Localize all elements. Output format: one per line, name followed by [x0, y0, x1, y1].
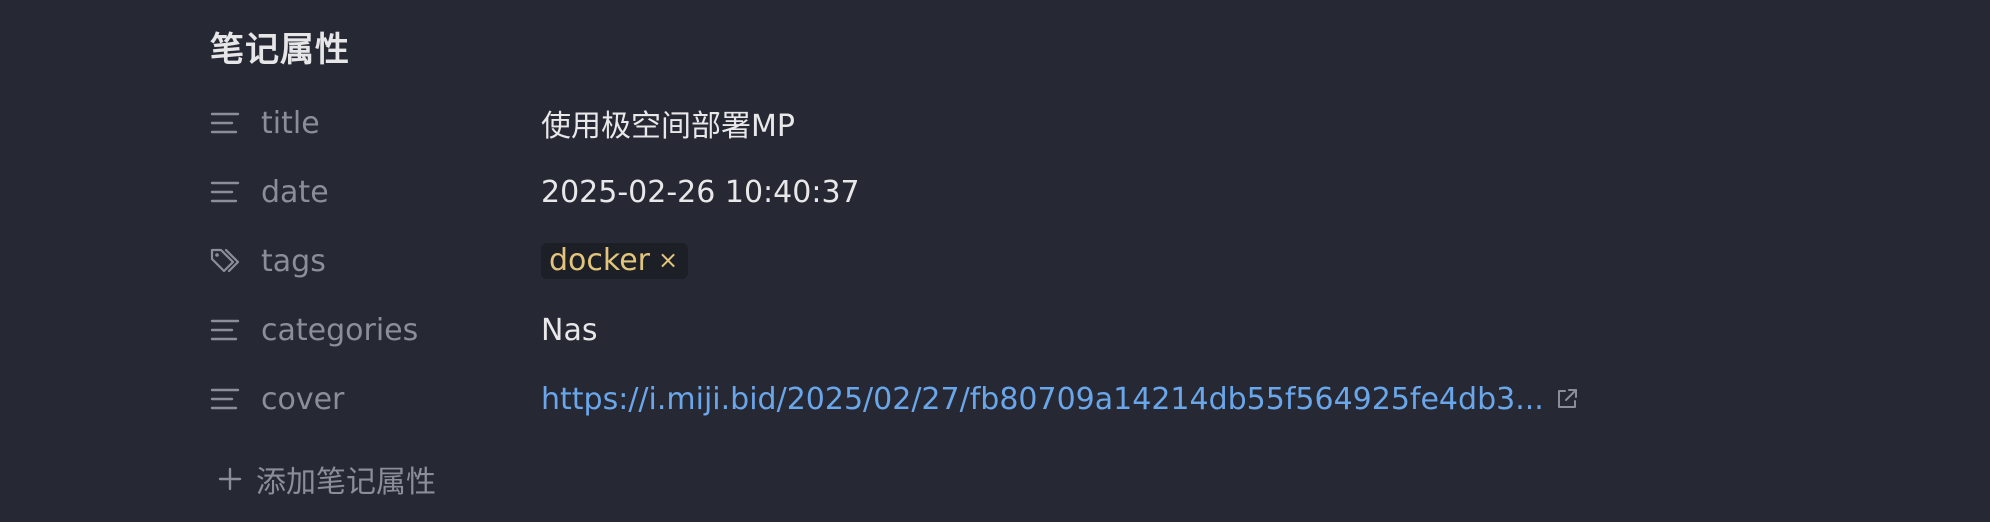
tag-label: docker [549, 242, 650, 278]
add-property-button[interactable]: 添加笔记属性 [216, 452, 436, 506]
add-property-label: 添加笔记属性 [256, 465, 436, 500]
property-value[interactable]: 2025-02-26 10:40:37 [541, 175, 860, 210]
property-key[interactable]: categories [261, 313, 418, 348]
cover-link[interactable]: https://i.miji.bid/2025/02/27/fb80709a14… [541, 382, 1544, 417]
text-lines-icon[interactable] [208, 313, 242, 347]
property-key[interactable]: cover [261, 382, 344, 417]
external-link-icon[interactable] [1554, 386, 1580, 412]
property-row-date[interactable]: date 2025-02-26 10:40:37 [208, 165, 1608, 219]
text-lines-icon[interactable] [208, 106, 242, 140]
tag-icon[interactable] [208, 244, 242, 278]
tags-value: docker × [541, 242, 689, 279]
property-value[interactable]: Nas [541, 313, 597, 348]
text-lines-icon[interactable] [208, 382, 242, 416]
property-key[interactable]: title [261, 106, 320, 141]
property-row-categories[interactable]: categories Nas [208, 303, 1608, 357]
property-row-cover[interactable]: cover https://i.miji.bid/2025/02/27/fb80… [208, 372, 1708, 426]
property-key[interactable]: date [261, 175, 329, 210]
section-title: 笔记属性 [210, 30, 350, 70]
property-row-tags[interactable]: tags docker × [208, 234, 1608, 288]
cover-value: https://i.miji.bid/2025/02/27/fb80709a14… [541, 382, 1580, 417]
property-row-title[interactable]: title 使用极空间部署MP [208, 96, 1608, 150]
property-key[interactable]: tags [261, 244, 326, 279]
tag-remove-button[interactable]: × [658, 246, 678, 274]
text-lines-icon[interactable] [208, 175, 242, 209]
tag-chip[interactable]: docker × [541, 242, 689, 279]
note-properties-panel: 笔记属性 title 使用极空间部署MP date 2025-02-26 10:… [0, 0, 1990, 522]
property-value[interactable]: 使用极空间部署MP [541, 101, 795, 145]
plus-icon [216, 465, 244, 493]
